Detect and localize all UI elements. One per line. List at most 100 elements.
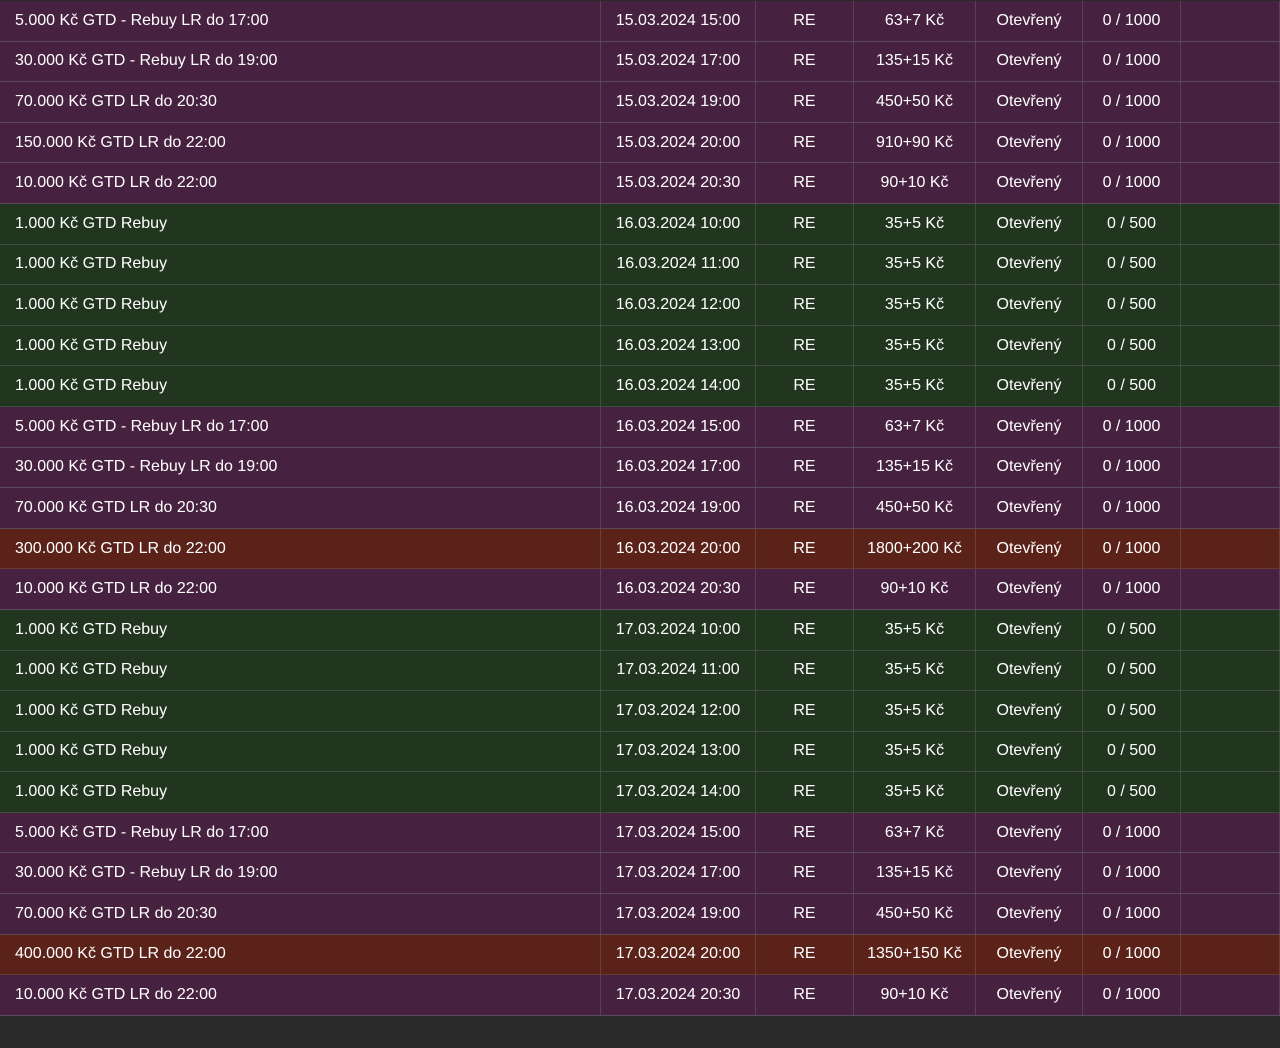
tournament-row[interactable]: 5.000 Kč GTD - Rebuy LR do 17:00 16.03.2… [0,406,1280,448]
tournament-type: RE [756,163,854,203]
tournament-players: 0 / 500 [1083,325,1181,366]
tournament-row[interactable]: 1.000 Kč GTD Rebuy 17.03.2024 13:00 RE 3… [0,731,1280,773]
tournament-name: 5.000 Kč GTD - Rebuy LR do 17:00 [0,406,601,447]
tournament-row[interactable]: 70.000 Kč GTD LR do 20:30 15.03.2024 19:… [0,82,1280,123]
tournament-row[interactable]: 1.000 Kč GTD Rebuy 16.03.2024 12:00 RE 3… [0,285,1280,326]
tournament-row[interactable]: 150.000 Kč GTD LR do 22:00 15.03.2024 20… [0,122,1280,164]
tournament-buyin: 450+50 Kč [854,82,976,122]
tournament-extra-cell [1181,894,1280,934]
tournament-row[interactable]: 5.000 Kč GTD - Rebuy LR do 17:00 15.03.2… [0,1,1280,42]
tournament-type: RE [756,731,854,772]
tournament-row[interactable]: 10.000 Kč GTD LR do 22:00 17.03.2024 20:… [0,975,1280,1016]
tournament-type: RE [756,406,854,447]
tournament-row[interactable]: 10.000 Kč GTD LR do 22:00 16.03.2024 20:… [0,569,1280,610]
tournament-buyin: 35+5 Kč [854,285,976,325]
tournament-row[interactable]: 70.000 Kč GTD LR do 20:30 17.03.2024 19:… [0,894,1280,935]
tournament-players: 0 / 500 [1083,244,1181,285]
tournament-players: 0 / 1000 [1083,406,1181,447]
tournament-name: 30.000 Kč GTD - Rebuy LR do 19:00 [0,853,601,894]
tournament-status: Otevřený [976,82,1083,122]
tournament-extra-cell [1181,285,1280,325]
tournament-extra-cell [1181,853,1280,894]
tournament-start-date: 16.03.2024 14:00 [601,366,756,406]
tournament-type: RE [756,203,854,244]
tournament-players: 0 / 1000 [1083,975,1181,1015]
tournament-buyin: 35+5 Kč [854,691,976,731]
tournament-row[interactable]: 400.000 Kč GTD LR do 22:00 17.03.2024 20… [0,934,1280,976]
tournament-start-date: 16.03.2024 13:00 [601,325,756,366]
tournament-row[interactable]: 1.000 Kč GTD Rebuy 16.03.2024 10:00 RE 3… [0,203,1280,245]
tournament-buyin: 35+5 Kč [854,244,976,285]
tournament-type: RE [756,975,854,1015]
tournament-status: Otevřený [976,285,1083,325]
tournament-type: RE [756,853,854,894]
tournament-row[interactable]: 1.000 Kč GTD Rebuy 17.03.2024 11:00 RE 3… [0,650,1280,692]
tournament-start-date: 16.03.2024 10:00 [601,203,756,244]
tournament-buyin: 90+10 Kč [854,569,976,609]
tournament-name: 150.000 Kč GTD LR do 22:00 [0,122,601,163]
tournament-extra-cell [1181,934,1280,975]
tournament-type: RE [756,650,854,691]
tournament-type: RE [756,934,854,975]
tournament-name: 1.000 Kč GTD Rebuy [0,366,601,406]
tournament-status: Otevřený [976,122,1083,163]
tournament-players: 0 / 500 [1083,609,1181,650]
tournament-row[interactable]: 1.000 Kč GTD Rebuy 16.03.2024 13:00 RE 3… [0,325,1280,367]
tournament-type: RE [756,285,854,325]
tournament-players: 0 / 500 [1083,203,1181,244]
tournament-row[interactable]: 10.000 Kč GTD LR do 22:00 15.03.2024 20:… [0,163,1280,204]
tournament-name: 70.000 Kč GTD LR do 20:30 [0,82,601,122]
tournament-players: 0 / 500 [1083,285,1181,325]
tournament-row[interactable]: 5.000 Kč GTD - Rebuy LR do 17:00 17.03.2… [0,812,1280,854]
tournament-type: RE [756,772,854,812]
tournament-status: Otevřený [976,163,1083,203]
tournament-extra-cell [1181,406,1280,447]
tournament-status: Otevřený [976,1,1083,41]
tournament-extra-cell [1181,82,1280,122]
tournament-extra-cell [1181,366,1280,406]
tournament-players: 0 / 1000 [1083,122,1181,163]
tournament-name: 70.000 Kč GTD LR do 20:30 [0,894,601,934]
tournament-buyin: 135+15 Kč [854,853,976,894]
tournament-name: 1.000 Kč GTD Rebuy [0,244,601,285]
tournament-row[interactable]: 30.000 Kč GTD - Rebuy LR do 19:00 17.03.… [0,853,1280,895]
tournament-type: RE [756,325,854,366]
tournament-row[interactable]: 30.000 Kč GTD - Rebuy LR do 19:00 15.03.… [0,41,1280,83]
tournament-row[interactable]: 1.000 Kč GTD Rebuy 17.03.2024 10:00 RE 3… [0,609,1280,651]
tournament-start-date: 17.03.2024 17:00 [601,853,756,894]
tournament-name: 5.000 Kč GTD - Rebuy LR do 17:00 [0,812,601,853]
tournament-start-date: 16.03.2024 12:00 [601,285,756,325]
tournament-status: Otevřený [976,488,1083,528]
tournament-players: 0 / 1000 [1083,41,1181,82]
tournament-players: 0 / 1000 [1083,1,1181,41]
tournament-players: 0 / 1000 [1083,488,1181,528]
tournament-type: RE [756,812,854,853]
tournament-row[interactable]: 1.000 Kč GTD Rebuy 16.03.2024 11:00 RE 3… [0,244,1280,286]
tournament-extra-cell [1181,244,1280,285]
tournament-row[interactable]: 1.000 Kč GTD Rebuy 17.03.2024 14:00 RE 3… [0,772,1280,813]
tournament-status: Otevřený [976,691,1083,731]
tournament-players: 0 / 500 [1083,650,1181,691]
tournament-row[interactable]: 1.000 Kč GTD Rebuy 16.03.2024 14:00 RE 3… [0,366,1280,407]
tournament-name: 1.000 Kč GTD Rebuy [0,772,601,812]
tournament-status: Otevřený [976,772,1083,812]
tournament-row[interactable]: 70.000 Kč GTD LR do 20:30 16.03.2024 19:… [0,488,1280,529]
tournament-name: 1.000 Kč GTD Rebuy [0,609,601,650]
tournament-players: 0 / 1000 [1083,528,1181,569]
tournament-row[interactable]: 30.000 Kč GTD - Rebuy LR do 19:00 16.03.… [0,447,1280,489]
tournament-status: Otevřený [976,894,1083,934]
tournament-status: Otevřený [976,203,1083,244]
tournament-type: RE [756,609,854,650]
tournament-row[interactable]: 300.000 Kč GTD LR do 22:00 16.03.2024 20… [0,528,1280,570]
tournament-start-date: 16.03.2024 20:30 [601,569,756,609]
tournament-name: 1.000 Kč GTD Rebuy [0,203,601,244]
tournament-players: 0 / 500 [1083,772,1181,812]
tournament-type: RE [756,244,854,285]
tournament-name: 1.000 Kč GTD Rebuy [0,325,601,366]
tournament-name: 70.000 Kč GTD LR do 20:30 [0,488,601,528]
tournament-status: Otevřený [976,366,1083,406]
tournament-buyin: 135+15 Kč [854,447,976,488]
tournament-type: RE [756,894,854,934]
tournament-type: RE [756,122,854,163]
tournament-row[interactable]: 1.000 Kč GTD Rebuy 17.03.2024 12:00 RE 3… [0,691,1280,732]
